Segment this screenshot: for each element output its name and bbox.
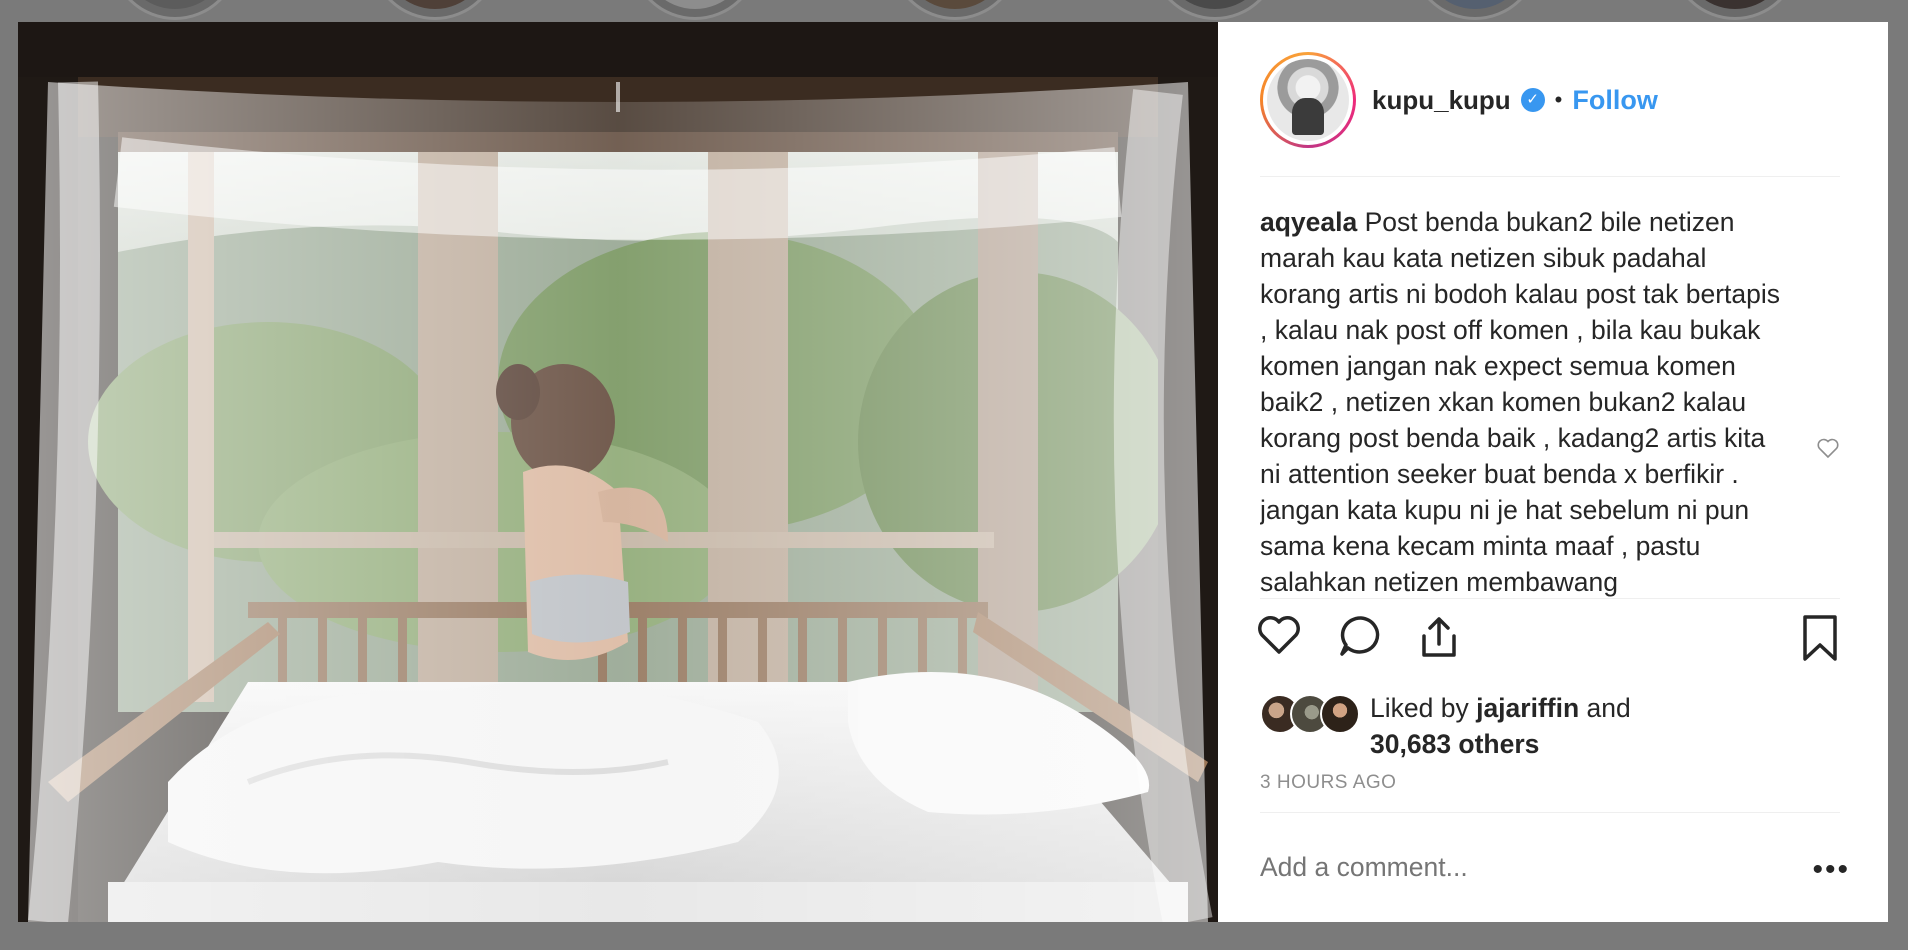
author-avatar[interactable] <box>1260 52 1356 148</box>
story-avatar[interactable] <box>890 0 1020 20</box>
post-details-panel: kupu_kupu ✓ • Follow aqyeala Post benda … <box>1218 22 1888 922</box>
action-bar <box>1256 614 1840 674</box>
author-username[interactable]: kupu_kupu <box>1372 85 1511 116</box>
post-header: kupu_kupu ✓ • Follow <box>1260 22 1840 177</box>
comment-icon[interactable] <box>1338 614 1384 663</box>
bookmark-icon[interactable] <box>1800 614 1840 667</box>
divider <box>1260 598 1840 599</box>
liker-avatars <box>1260 694 1370 734</box>
small-heart-icon[interactable] <box>1816 437 1840 464</box>
post-photo[interactable] <box>18 22 1218 922</box>
more-options-button[interactable]: ••• <box>1812 855 1850 885</box>
share-icon[interactable] <box>1416 614 1462 665</box>
story-avatar[interactable] <box>630 0 760 20</box>
story-avatar[interactable] <box>370 0 500 20</box>
likes-prefix: Liked by <box>1370 693 1469 723</box>
likes-and: and <box>1586 693 1631 723</box>
comments-list[interactable]: aqyeala Post benda bukan2 bile netizen m… <box>1260 177 1840 612</box>
post-modal: kupu_kupu ✓ • Follow aqyeala Post benda … <box>18 22 1888 922</box>
liker-username[interactable]: jajariffin <box>1476 693 1579 723</box>
comment-author[interactable]: aqyeala <box>1260 207 1357 237</box>
separator-dot: • <box>1554 87 1563 112</box>
author-avatar-image <box>1267 59 1349 141</box>
likes-others-count[interactable]: 30,683 others <box>1370 729 1539 759</box>
add-comment-input[interactable] <box>1260 852 1780 883</box>
divider <box>1260 812 1840 813</box>
author-info: kupu_kupu ✓ • Follow <box>1372 80 1658 120</box>
follow-button[interactable]: Follow <box>1572 85 1657 116</box>
likes-text: Liked by jajariffin and 30,683 others <box>1370 690 1631 762</box>
bedroom-photo <box>18 22 1218 922</box>
heart-icon[interactable] <box>1256 614 1302 661</box>
story-avatar[interactable] <box>1410 0 1540 20</box>
story-avatar[interactable] <box>1150 0 1280 20</box>
story-avatar[interactable] <box>110 0 240 20</box>
verified-badge-icon: ✓ <box>1520 88 1545 112</box>
liker-avatar[interactable] <box>1320 694 1360 734</box>
story-avatar[interactable] <box>1670 0 1800 20</box>
post-timestamp[interactable]: 3 HOURS AGO <box>1260 772 1396 794</box>
stories-strip <box>0 0 1908 20</box>
comment-item: aqyeala Post benda bukan2 bile netizen m… <box>1260 177 1780 600</box>
comment-body: Post benda bukan2 bile netizen marah kau… <box>1260 207 1781 597</box>
